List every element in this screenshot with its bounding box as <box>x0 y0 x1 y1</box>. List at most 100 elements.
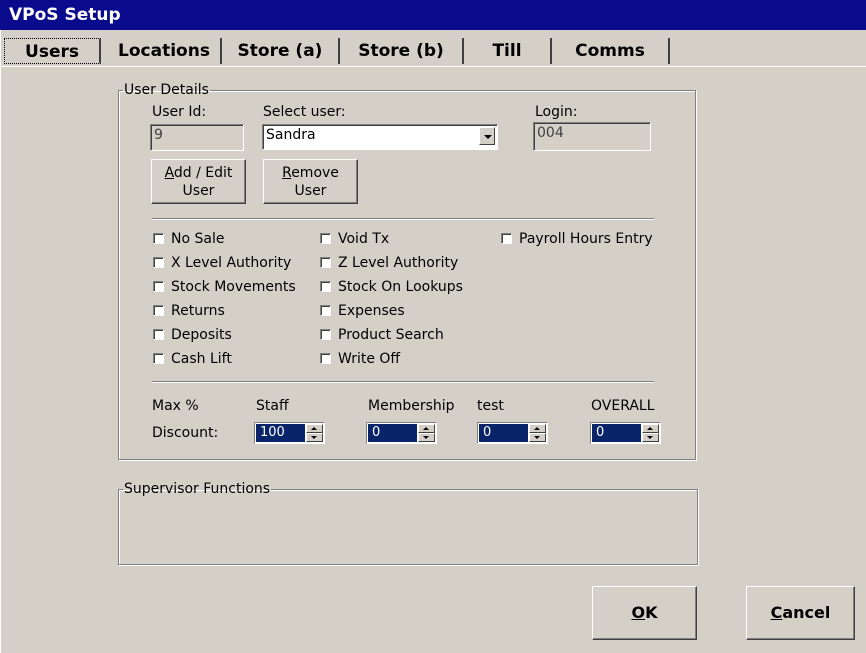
checkbox-label: No Sale <box>171 231 225 247</box>
spin-up-icon[interactable] <box>529 424 546 433</box>
window-title: VPoS Setup <box>0 0 866 30</box>
overall-label: OVERALL <box>591 398 655 414</box>
spinner-arrows <box>306 424 323 442</box>
ok-button[interactable]: OK <box>592 586 697 640</box>
checkbox-void-tx[interactable]: Void Tx <box>320 230 389 248</box>
spin-up-icon[interactable] <box>306 424 323 433</box>
test-discount-spinner[interactable]: 0 <box>477 422 548 444</box>
add-edit-user-line2: User <box>182 183 215 199</box>
add-edit-line1-rest: dd / Edit <box>173 165 233 181</box>
user-id-label: User Id: <box>152 104 207 120</box>
checkbox-z-level-authority[interactable]: Z Level Authority <box>320 254 458 272</box>
staff-discount-value[interactable]: 100 <box>256 424 305 442</box>
add-edit-mnemonic: A <box>164 165 174 181</box>
checkbox-box[interactable] <box>320 304 331 316</box>
spin-up-icon[interactable] <box>418 424 435 433</box>
checkbox-box[interactable] <box>153 304 164 316</box>
checkbox-box[interactable] <box>153 256 164 268</box>
supervisor-functions-group: Supervisor Functions <box>118 481 698 565</box>
staff-discount-spinner[interactable]: 100 <box>254 422 325 444</box>
user-id-field: 9 <box>150 124 244 151</box>
checkbox-stock-movements[interactable]: Stock Movements <box>153 278 296 296</box>
remove-line1-rest: emove <box>291 165 339 181</box>
tab-users[interactable]: Users <box>4 38 101 64</box>
login-label: Login: <box>535 104 578 120</box>
checkbox-box[interactable] <box>153 232 164 244</box>
checkbox-box[interactable] <box>153 280 164 292</box>
add-edit-user-line1: Add / Edit <box>152 164 245 182</box>
tab-comms[interactable]: Comms <box>552 38 670 64</box>
membership-discount-spinner[interactable]: 0 <box>366 422 437 444</box>
checkbox-label: Void Tx <box>338 231 390 247</box>
checkbox-label: Z Level Authority <box>338 255 459 271</box>
checkbox-label: Stock On Lookups <box>338 279 463 295</box>
checkbox-label: Stock Movements <box>171 279 296 295</box>
test-label: test <box>477 398 504 414</box>
checkbox-stock-on-lookups[interactable]: Stock On Lookups <box>320 278 463 296</box>
checkbox-payroll-hours-entry[interactable]: Payroll Hours Entry <box>501 230 653 248</box>
ok-rest: K <box>645 603 658 622</box>
checkbox-label: Product Search <box>338 327 444 343</box>
checkbox-box[interactable] <box>320 328 331 340</box>
tab-store-a[interactable]: Store (a) <box>222 38 340 64</box>
checkbox-returns[interactable]: Returns <box>153 302 225 320</box>
user-details-legend: User Details <box>124 82 209 98</box>
select-user-label: Select user: <box>263 104 346 120</box>
checkbox-box[interactable] <box>320 256 331 268</box>
overall-discount-value[interactable]: 0 <box>592 424 641 442</box>
checkbox-box[interactable] <box>153 328 164 340</box>
overall-discount-spinner[interactable]: 0 <box>590 422 661 444</box>
select-user-value: Sandra <box>266 127 316 143</box>
cancel-rest: ancel <box>782 603 831 622</box>
spin-down-icon[interactable] <box>418 433 435 442</box>
supervisor-functions-legend: Supervisor Functions <box>124 481 271 497</box>
checkbox-deposits[interactable]: Deposits <box>153 326 232 344</box>
spinner-arrows <box>642 424 659 442</box>
checkbox-label: Cash Lift <box>171 351 232 367</box>
spin-down-icon[interactable] <box>642 433 659 442</box>
remove-user-line2: User <box>294 183 327 199</box>
checkbox-box[interactable] <box>320 232 331 244</box>
tab-locations[interactable]: Locations <box>108 38 222 64</box>
chevron-down-icon[interactable] <box>479 127 495 145</box>
select-user-dropdown[interactable]: Sandra <box>262 124 498 150</box>
checkbox-box[interactable] <box>153 352 164 364</box>
checkbox-label: Expenses <box>338 303 405 319</box>
remove-user-button[interactable]: Remove User <box>263 159 358 204</box>
test-discount-value[interactable]: 0 <box>479 424 528 442</box>
spinner-arrows <box>529 424 546 442</box>
checkbox-x-level-authority[interactable]: X Level Authority <box>153 254 291 272</box>
checkbox-product-search[interactable]: Product Search <box>320 326 444 344</box>
staff-label: Staff <box>256 398 289 414</box>
membership-discount-value[interactable]: 0 <box>368 424 417 442</box>
checkbox-no-sale[interactable]: No Sale <box>153 230 224 248</box>
separator-top <box>152 218 654 220</box>
tab-till[interactable]: Till <box>464 38 552 64</box>
tab-store-b[interactable]: Store (b) <box>340 38 464 64</box>
separator-bottom <box>152 381 654 383</box>
add-edit-user-button[interactable]: Add / Edit User <box>151 159 246 204</box>
ok-mnemonic: O <box>631 603 646 622</box>
checkbox-label: Write Off <box>338 351 401 367</box>
checkbox-box[interactable] <box>320 280 331 292</box>
remove-user-line1: Remove <box>264 164 357 182</box>
window-edge <box>0 30 1 653</box>
checkbox-expenses[interactable]: Expenses <box>320 302 405 320</box>
max-percent-label: Max % <box>152 398 199 414</box>
checkbox-label: Deposits <box>171 327 232 343</box>
membership-label: Membership <box>368 398 455 414</box>
spin-down-icon[interactable] <box>306 433 323 442</box>
spin-down-icon[interactable] <box>529 433 546 442</box>
spin-up-icon[interactable] <box>642 424 659 433</box>
checkbox-cash-lift[interactable]: Cash Lift <box>153 350 232 368</box>
cancel-button[interactable]: Cancel <box>746 586 855 640</box>
checkbox-label: X Level Authority <box>171 255 292 271</box>
spinner-arrows <box>418 424 435 442</box>
tab-baseline <box>0 66 866 67</box>
checkbox-label: Payroll Hours Entry <box>519 231 653 247</box>
checkbox-write-off[interactable]: Write Off <box>320 350 400 368</box>
checkbox-box[interactable] <box>320 352 331 364</box>
cancel-mnemonic: C <box>770 603 783 622</box>
login-field: 004 <box>533 122 651 151</box>
checkbox-box[interactable] <box>501 232 512 244</box>
